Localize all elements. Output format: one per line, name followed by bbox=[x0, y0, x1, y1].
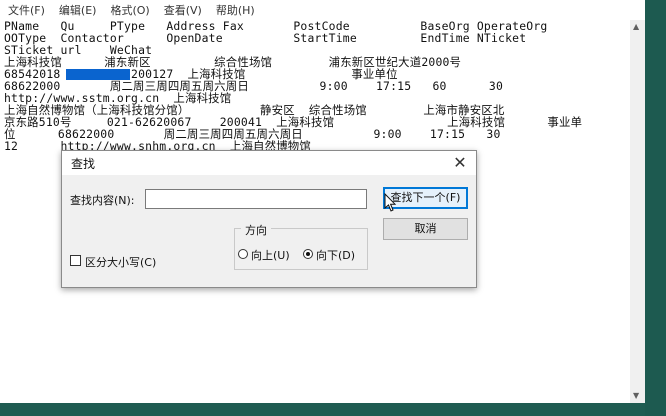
find-what-input[interactable] bbox=[145, 189, 367, 209]
close-icon[interactable]: ✕ bbox=[450, 153, 470, 173]
dialog-titlebar[interactable]: 查找 ✕ bbox=[62, 151, 476, 175]
vertical-scrollbar[interactable]: ▲ ▼ bbox=[630, 20, 645, 403]
direction-group-label: 方向 bbox=[241, 222, 271, 238]
direction-down-label[interactable]: 向下(D) bbox=[316, 247, 355, 263]
find-what-label: 查找内容(N): bbox=[70, 194, 135, 207]
find-dialog: 查找 ✕ 查找内容(N): 查找下一个(F) 取消 方向 向上(U) 向下(D)… bbox=[61, 150, 477, 288]
desktop-background bbox=[645, 0, 666, 416]
menu-file[interactable]: 文件(F) bbox=[2, 2, 51, 18]
menu-format[interactable]: 格式(O) bbox=[104, 2, 155, 18]
scroll-down-arrow-icon[interactable]: ▼ bbox=[633, 391, 639, 401]
menu-bar: 文件(F) 编辑(E) 格式(O) 查看(V) 帮助(H) bbox=[0, 0, 645, 20]
menu-edit[interactable]: 编辑(E) bbox=[53, 2, 103, 18]
cancel-button[interactable]: 取消 bbox=[383, 218, 468, 240]
direction-up-radio[interactable] bbox=[238, 249, 248, 259]
menu-view[interactable]: 查看(V) bbox=[158, 2, 208, 18]
scroll-up-arrow-icon[interactable]: ▲ bbox=[633, 22, 639, 32]
direction-down-radio[interactable] bbox=[303, 249, 313, 259]
menu-help[interactable]: 帮助(H) bbox=[210, 2, 261, 18]
mouse-pointer-icon bbox=[384, 193, 397, 212]
dialog-title: 查找 bbox=[71, 157, 96, 171]
match-case-checkbox[interactable] bbox=[70, 255, 81, 266]
match-case-label[interactable]: 区分大小写(C) bbox=[85, 254, 156, 270]
direction-up-label[interactable]: 向上(U) bbox=[251, 247, 290, 263]
text-selection-highlight bbox=[66, 69, 130, 80]
